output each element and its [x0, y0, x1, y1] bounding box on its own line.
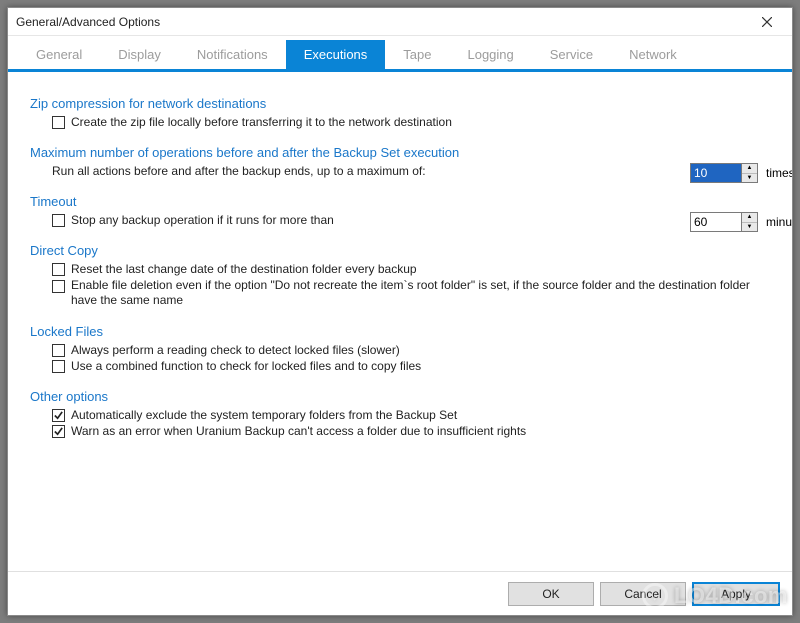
section-title-maxops: Maximum number of operations before and …	[30, 145, 770, 160]
section-other: Other options Automatically exclude the …	[30, 389, 770, 438]
spinner-maxops[interactable]: ▲▼	[742, 163, 758, 183]
tab-general[interactable]: General	[18, 40, 100, 69]
ok-button[interactable]: OK	[508, 582, 594, 606]
input-timeout-value[interactable]	[690, 212, 742, 232]
close-icon	[762, 17, 772, 27]
checkbox-timeout-stop[interactable]	[52, 214, 65, 227]
label-maxops: Run all actions before and after the bac…	[52, 164, 426, 178]
label-other-exclude-temp: Automatically exclude the system tempora…	[71, 408, 457, 422]
close-button[interactable]	[748, 11, 786, 33]
window-title: General/Advanced Options	[16, 15, 748, 29]
tab-logging[interactable]: Logging	[449, 40, 531, 69]
checkbox-locked-combined[interactable]	[52, 360, 65, 373]
checkbox-other-exclude-temp[interactable]	[52, 409, 65, 422]
section-title-other: Other options	[30, 389, 770, 404]
tab-notifications[interactable]: Notifications	[179, 40, 286, 69]
section-title-directcopy: Direct Copy	[30, 243, 770, 258]
label-dc-reset: Reset the last change date of the destin…	[71, 262, 417, 276]
section-timeout: Timeout Stop any backup operation if it …	[30, 194, 770, 227]
unit-timeout: minutes	[766, 215, 792, 229]
cancel-button[interactable]: Cancel	[600, 582, 686, 606]
input-maxops-value[interactable]	[690, 163, 742, 183]
label-locked-combined: Use a combined function to check for loc…	[71, 359, 421, 373]
apply-button[interactable]: Apply	[692, 582, 780, 606]
checkbox-dc-enable-delete[interactable]	[52, 280, 65, 293]
checkbox-dc-reset[interactable]	[52, 263, 65, 276]
section-title-zip: Zip compression for network destinations	[30, 96, 770, 111]
options-body: Zip compression for network destinations…	[8, 72, 792, 571]
section-zip: Zip compression for network destinations…	[30, 96, 770, 129]
spinner-timeout[interactable]: ▲▼	[742, 212, 758, 232]
section-directcopy: Direct Copy Reset the last change date o…	[30, 243, 770, 308]
label-zip-local: Create the zip file locally before trans…	[71, 115, 452, 129]
tab-executions[interactable]: Executions	[286, 40, 386, 69]
section-maxops: Maximum number of operations before and …	[30, 145, 770, 178]
label-locked-readcheck: Always perform a reading check to detect…	[71, 343, 400, 357]
tab-network[interactable]: Network	[611, 40, 695, 69]
section-title-locked: Locked Files	[30, 324, 770, 339]
checkbox-locked-readcheck[interactable]	[52, 344, 65, 357]
tab-strip: General Display Notifications Executions…	[8, 36, 792, 72]
tab-display[interactable]: Display	[100, 40, 179, 69]
label-timeout-stop: Stop any backup operation if it runs for…	[71, 213, 334, 227]
label-other-warn-rights: Warn as an error when Uranium Backup can…	[71, 424, 526, 438]
label-dc-enable-delete: Enable file deletion even if the option …	[71, 278, 751, 308]
dialog-footer: OK Cancel Apply	[8, 571, 792, 615]
checkbox-zip-local[interactable]	[52, 116, 65, 129]
checkbox-other-warn-rights[interactable]	[52, 425, 65, 438]
titlebar: General/Advanced Options	[8, 8, 792, 36]
section-title-timeout: Timeout	[30, 194, 770, 209]
unit-maxops: times	[766, 166, 792, 180]
tab-tape[interactable]: Tape	[385, 40, 449, 69]
options-dialog: General/Advanced Options General Display…	[7, 7, 793, 616]
section-locked: Locked Files Always perform a reading ch…	[30, 324, 770, 373]
tab-service[interactable]: Service	[532, 40, 611, 69]
